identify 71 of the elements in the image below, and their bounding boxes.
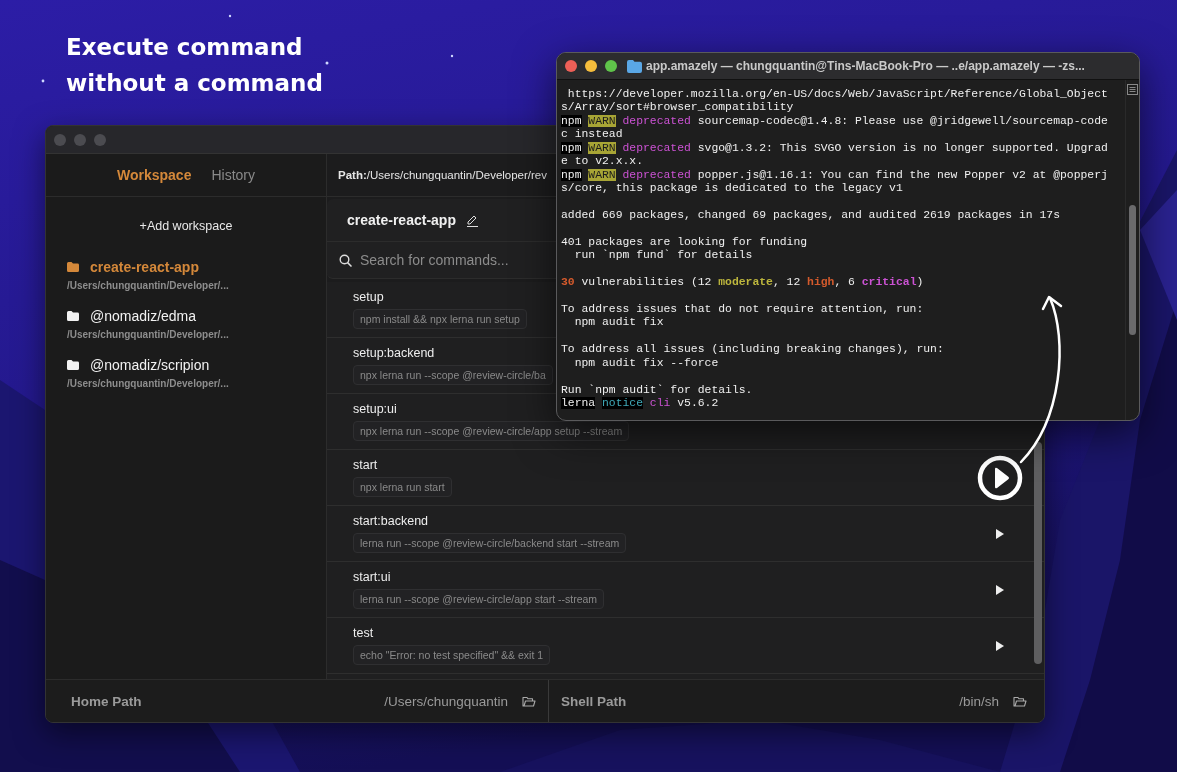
path-value: /bin/sh: [959, 693, 999, 709]
terminal-line: lerna notice cli v5.6.2: [561, 397, 719, 411]
window-control[interactable]: [565, 60, 577, 72]
workspace-path: /Users/chungquantin/Developer/...: [67, 378, 229, 389]
search-icon: [339, 253, 352, 267]
terminal-line: s/core, this package is dedicated to the legacy v1: [561, 182, 903, 196]
terminal-line: e to v2.x.x.: [561, 155, 644, 169]
folder-icon: [67, 262, 79, 272]
play-button[interactable]: [977, 454, 1023, 501]
terminal-line: added 669 packages, changed 69 packages, and audited 2619 packages in 17s: [561, 208, 1060, 223]
command-name[interactable]: setup: [353, 290, 384, 304]
edit-icon[interactable]: [465, 213, 479, 227]
terminal-line: npm audit fix: [573, 316, 664, 330]
command-snippet: npx lerna run --scope @review-circle/ba: [353, 365, 553, 385]
window-control[interactable]: [585, 60, 597, 72]
workspace-item[interactable]: @nomadiz/scripion /Users/chungquantin/Developer/...: [67, 355, 229, 391]
tab[interactable]: Workspace: [117, 165, 192, 185]
headline: without a command: [66, 69, 323, 98]
terminal-line: c instead: [561, 128, 623, 142]
path-label: Home Path: [71, 693, 143, 709]
terminal-line: https://developer.mozilla.org/en-US/docs/Web/JavaScript/Reference/Global_Object: [566, 88, 1108, 102]
terminal-line: npm WARN deprecated popper.js@1.16.1: You can find the new Popper v2 at @popperj: [561, 168, 1108, 183]
terminal-line: Run `npm audit` for details.: [561, 383, 753, 398]
play-icon[interactable]: [996, 640, 1004, 651]
workspace-path: /Users/chungquantin/Developer/...: [67, 280, 229, 291]
command-name[interactable]: start: [353, 458, 378, 472]
path-value: /Users/chungquantin: [384, 693, 508, 709]
command-snippet: npx lerna run --scope @review-circle/app setup --stream: [353, 421, 630, 441]
workspace-path: /Users/chungquantin/Developer/...: [67, 329, 229, 340]
folder-icon[interactable]: [522, 695, 536, 707]
folder-icon: [627, 59, 642, 73]
folder-icon[interactable]: [1013, 695, 1027, 707]
workspace-name: @nomadiz/edma: [90, 308, 197, 324]
command-name[interactable]: start:ui: [353, 570, 391, 584]
path-text: Path:/Users/chungquantin/Developer/rev: [338, 169, 548, 181]
path-label: Shell Path: [561, 693, 628, 709]
window-title: app.amazely — chungquantin@Tins-MacBook-Pro — ..e/app.amazely — -zs...: [646, 59, 1085, 73]
scrollbar[interactable]: [1129, 205, 1136, 335]
command-name[interactable]: setup:backend: [353, 346, 435, 360]
command-snippet: lerna run --scope @review-circle/backend start --stream: [353, 533, 627, 553]
terminal-line: 401 packages are looking for funding: [561, 235, 808, 249]
command-snippet: npx lerna run start: [353, 477, 452, 497]
add-workspace-button[interactable]: +Add workspace: [139, 217, 233, 235]
command-name[interactable]: start:backend: [353, 514, 429, 528]
play-icon[interactable]: [996, 528, 1004, 539]
workspace-item[interactable]: create-react-app /Users/chungquantin/Developer/...: [67, 257, 229, 293]
terminal-line: To address all issues (including breaking changes), run:: [561, 343, 944, 357]
workspace-name: @nomadiz/scripion: [90, 357, 210, 373]
workspace-item[interactable]: @nomadiz/edma /Users/chungquantin/Developer/...: [67, 306, 229, 342]
folder-icon: [67, 360, 79, 370]
command-snippet: npm install && npx lerna run setup: [353, 309, 527, 329]
terminal-line: To address issues that do not require attention, run:: [561, 303, 924, 317]
scrollbar[interactable]: [1034, 442, 1042, 664]
play-icon[interactable]: [996, 584, 1004, 595]
command-snippet: echo "Error: no test specified" && exit 1: [353, 645, 551, 665]
menu-icon[interactable]: [1127, 84, 1138, 95]
terminal-line: npm audit fix --force: [573, 356, 719, 371]
folder-icon: [67, 311, 79, 321]
workspace-name: create-react-app: [90, 259, 199, 275]
command-name[interactable]: setup:ui: [353, 402, 397, 416]
terminal-line: run `npm fund` for details: [573, 249, 753, 263]
command-name[interactable]: test: [353, 626, 374, 640]
terminal-line: s/Array/sort#browser_compatibility: [561, 101, 794, 115]
headline: Execute command: [66, 33, 303, 62]
tab[interactable]: History: [211, 165, 255, 185]
terminal-line: npm WARN deprecated sourcemap-codec@1.4.8: Please use @jridgewell/sourcemap-code: [561, 114, 1108, 129]
command-snippet: lerna run --scope @review-circle/app start --stream: [353, 589, 605, 609]
window-control[interactable]: [605, 60, 617, 72]
terminal-line: 30 vulnerabilities (12 moderate, 12 high, 6 critical): [561, 276, 924, 290]
workspace-title: create-react-app: [347, 212, 456, 228]
terminal-line: npm WARN deprecated svgo@1.3.2: This SVGO version is no longer supported. Upgrad: [561, 141, 1108, 156]
